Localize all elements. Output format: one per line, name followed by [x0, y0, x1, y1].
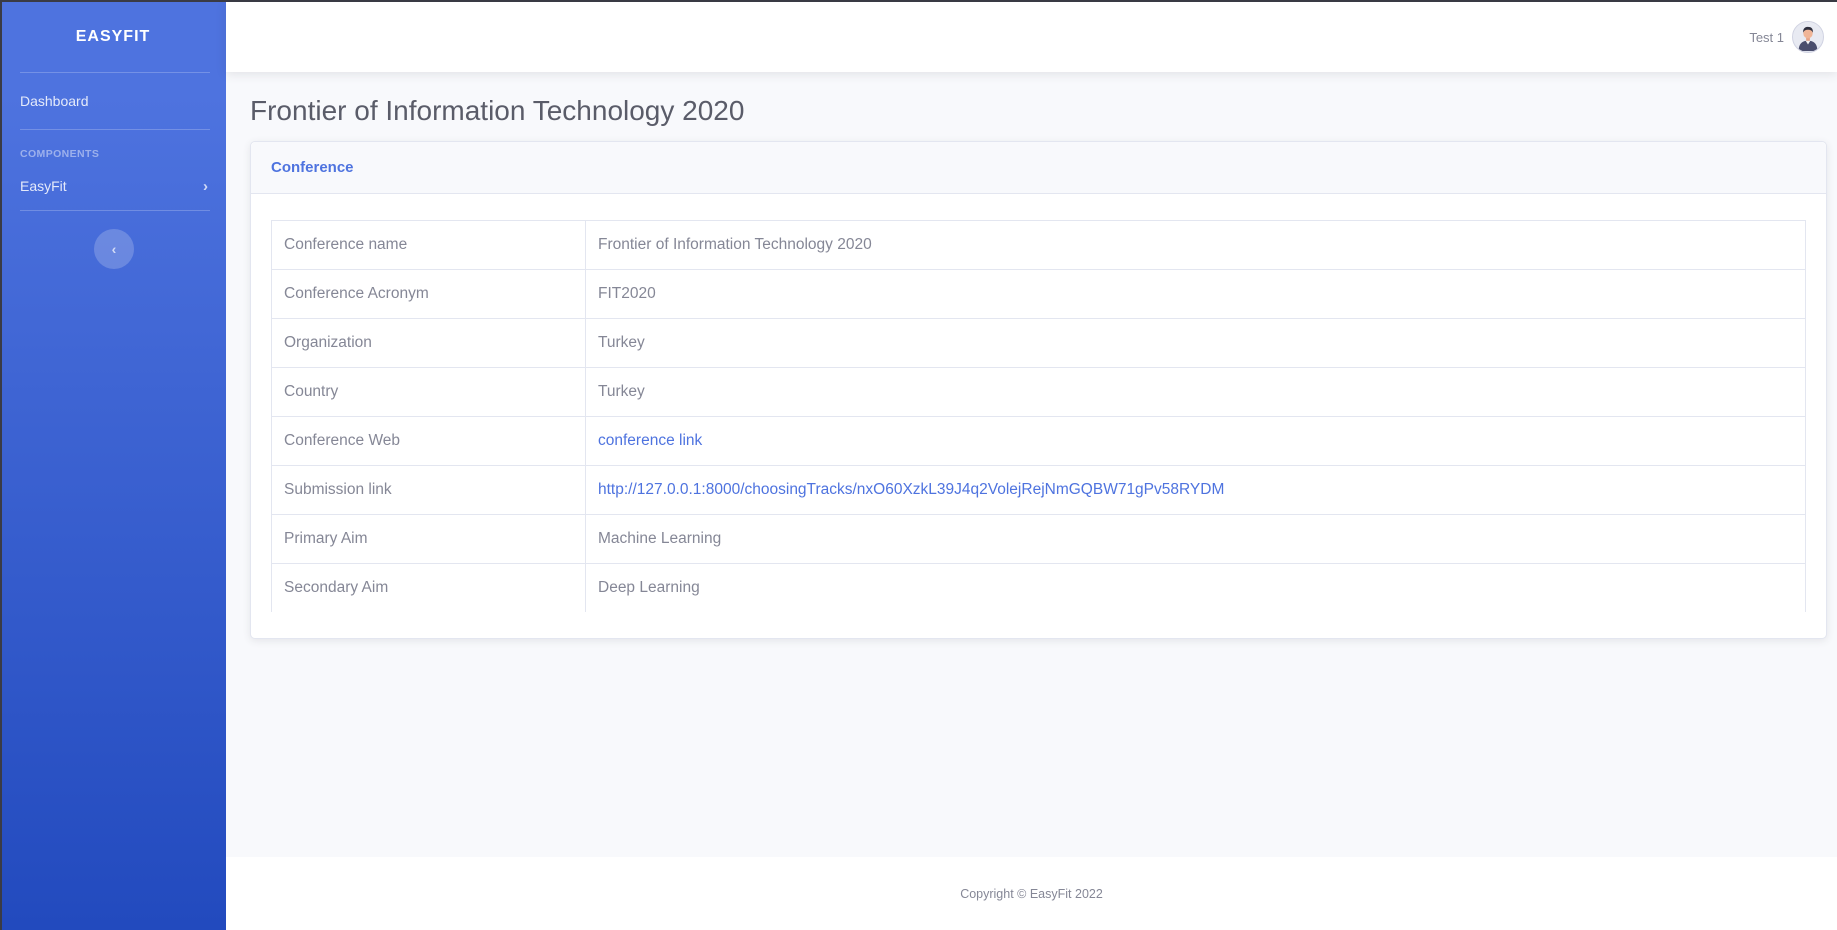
row-value: Deep Learning [585, 562, 1806, 613]
sidebar: EASYFIT Dashboard COMPONENTS EasyFit › ‹ [0, 2, 226, 930]
row-label: Secondary Aim [271, 562, 586, 613]
sidebar-toggle-button[interactable]: ‹ [94, 229, 134, 269]
conference-table: Conference name Frontier of Information … [271, 219, 1806, 613]
copyright-text: Copyright © EasyFit 2022 [960, 886, 1103, 901]
row-label: Conference name [271, 219, 586, 270]
user-name[interactable]: Test 1 [1749, 30, 1784, 45]
row-label: Primary Aim [271, 513, 586, 564]
row-value: conference link [585, 415, 1806, 466]
row-label: Submission link [271, 464, 586, 515]
submission-link[interactable]: http://127.0.0.1:8000/choosingTracks/nxO… [598, 481, 1224, 498]
row-value: http://127.0.0.1:8000/choosingTracks/nxO… [585, 464, 1806, 515]
conference-web-link[interactable]: conference link [598, 432, 702, 449]
table-row: Conference Web conference link [271, 415, 1806, 466]
app-wrapper: EASYFIT Dashboard COMPONENTS EasyFit › ‹… [0, 0, 1837, 930]
table-row: Organization Turkey [271, 317, 1806, 368]
row-label: Conference Acronym [271, 268, 586, 319]
row-value: FIT2020 [585, 268, 1806, 319]
sidebar-item-label: Dashboard [20, 93, 89, 109]
user-avatar-icon [1793, 22, 1823, 51]
sidebar-divider [20, 210, 210, 211]
conference-card: Conference Conference name Frontier of I… [250, 140, 1827, 640]
sidebar-item-dashboard[interactable]: Dashboard [2, 73, 226, 129]
row-label: Conference Web [271, 415, 586, 466]
main-content: Frontier of Information Technology 2020 … [226, 72, 1837, 857]
footer: Copyright © EasyFit 2022 [226, 857, 1837, 930]
row-label: Country [271, 366, 586, 417]
chevron-left-icon: ‹ [111, 241, 117, 257]
sidebar-item-easyfit[interactable]: EasyFit › [2, 164, 226, 208]
topbar: Test 1 [226, 2, 1837, 72]
chevron-right-icon: › [203, 177, 208, 195]
card-header: Conference [251, 141, 1826, 194]
page-title: Frontier of Information Technology 2020 [250, 95, 745, 126]
row-value: Turkey [585, 317, 1806, 368]
table-row: Conference name Frontier of Information … [271, 219, 1806, 270]
table-row: Submission link http://127.0.0.1:8000/ch… [271, 464, 1806, 515]
sidebar-item-label: EasyFit [20, 178, 67, 194]
row-value: Machine Learning [585, 513, 1806, 564]
sidebar-heading-components: COMPONENTS [20, 148, 100, 160]
avatar[interactable] [1792, 21, 1824, 53]
row-value: Turkey [585, 366, 1806, 417]
sidebar-brand[interactable]: EASYFIT [2, 2, 226, 72]
table-row: Country Turkey [271, 366, 1806, 417]
card-body: Conference name Frontier of Information … [251, 194, 1826, 639]
row-label: Organization [271, 317, 586, 368]
content-wrapper: Test 1 Frontier of Information Technolog… [226, 2, 1837, 930]
table-row: Secondary Aim Deep Learning [271, 562, 1806, 613]
table-row: Conference Acronym FIT2020 [271, 268, 1806, 319]
table-row: Primary Aim Machine Learning [271, 513, 1806, 564]
row-value: Frontier of Information Technology 2020 [585, 219, 1806, 270]
